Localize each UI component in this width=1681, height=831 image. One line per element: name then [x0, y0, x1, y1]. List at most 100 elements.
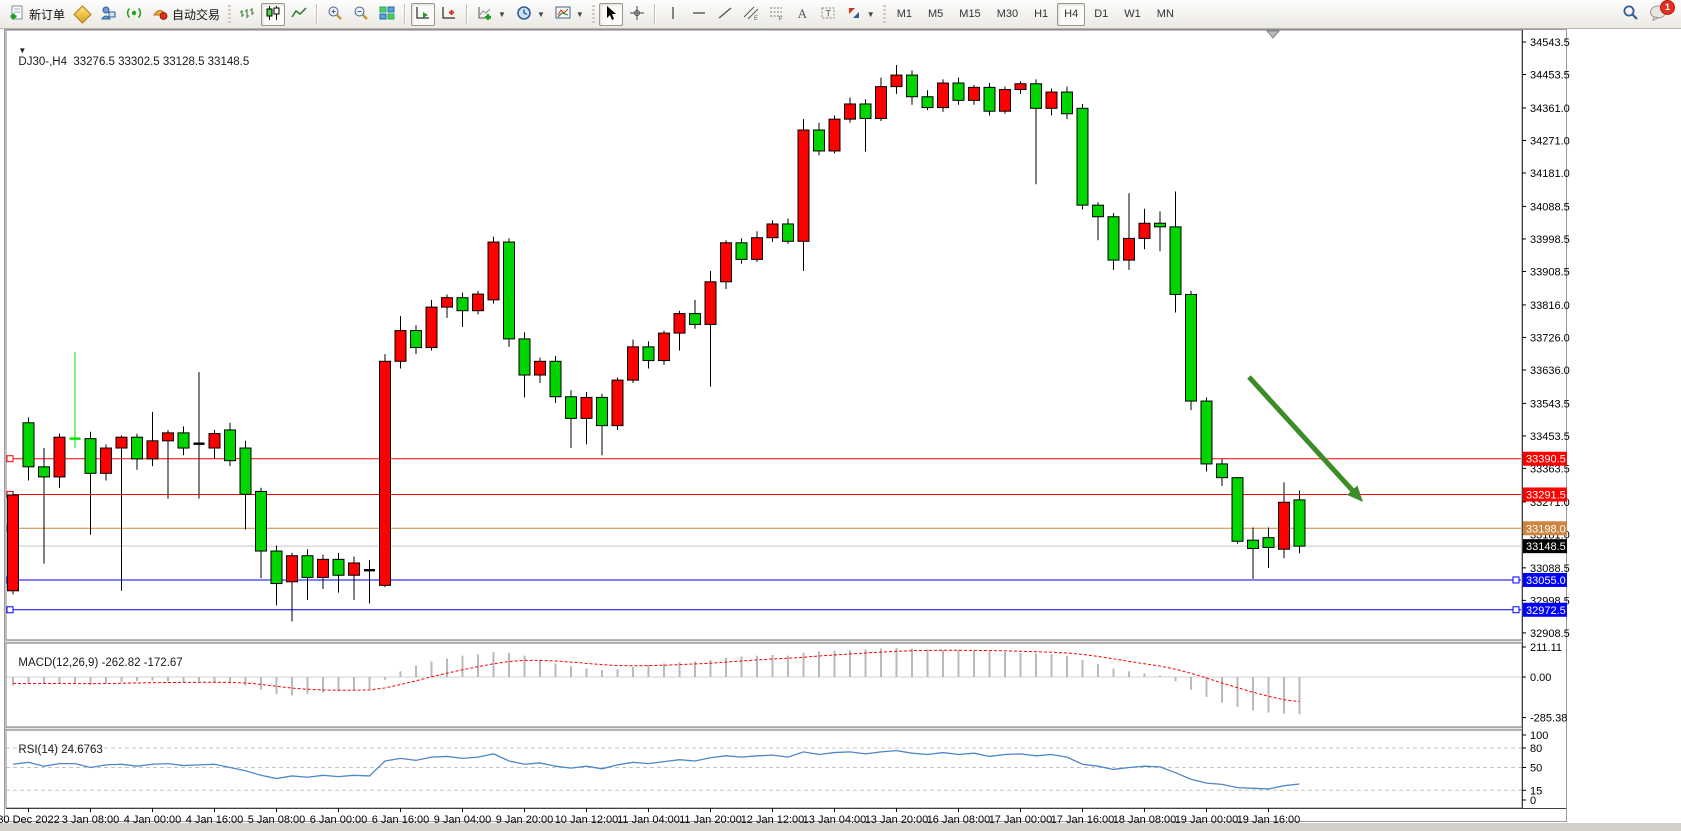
candle-body [1248, 540, 1259, 548]
candle-body [581, 397, 592, 418]
vertical-line-button[interactable] [661, 3, 685, 26]
new-order-button[interactable]: 新订单 [5, 3, 69, 26]
svg-text:33998.5: 33998.5 [1530, 234, 1570, 246]
candlestick-chart-button[interactable] [261, 3, 285, 26]
tile-windows-icon [379, 5, 395, 24]
svg-text:-285.38: -285.38 [1530, 713, 1567, 725]
svg-text:E: E [754, 16, 758, 21]
timeframe-W1[interactable]: W1 [1117, 3, 1148, 26]
candle-body [1170, 227, 1181, 295]
candle-body [54, 437, 65, 477]
horizontal-line-icon [691, 5, 707, 24]
timeframe-strip: M1M5M15M30H1H4D1W1MN [889, 3, 1182, 26]
candle-body [907, 75, 918, 97]
timeframe-M1[interactable]: M1 [890, 3, 919, 26]
tile-windows-button[interactable] [375, 3, 399, 26]
autotrading-button[interactable]: 自动交易 [148, 3, 224, 26]
timeframe-MN[interactable]: MN [1150, 3, 1181, 26]
search-button[interactable] [1618, 3, 1643, 26]
fibonacci-button[interactable]: F [765, 3, 789, 26]
autotrading-icon [152, 5, 168, 24]
horizontal-line-button[interactable] [687, 3, 711, 26]
timeframe-M30[interactable]: M30 [990, 3, 1025, 26]
candle-body [597, 397, 608, 425]
timeframe-M5[interactable]: M5 [921, 3, 950, 26]
candle-body [380, 361, 391, 585]
timeframe-D1[interactable]: D1 [1087, 3, 1115, 26]
periods-button[interactable]: ▼ [512, 3, 549, 26]
svg-text:33055.0: 33055.0 [1526, 575, 1566, 587]
toolbar-grip [228, 5, 231, 23]
candle-body [736, 243, 747, 260]
timeframe-M15[interactable]: M15 [952, 3, 987, 26]
candle-body [1217, 464, 1228, 478]
line-chart-button[interactable] [287, 3, 311, 26]
candle-body [969, 87, 980, 100]
notifications-button[interactable]: 1 [1645, 3, 1671, 26]
market-watch-icon [73, 5, 91, 23]
indicators-button[interactable]: ▼ [473, 3, 510, 26]
candle-body [1015, 84, 1026, 90]
candle-body [566, 397, 577, 419]
cursor-icon [603, 5, 619, 24]
candle-body [550, 361, 561, 396]
svg-text:33636.0: 33636.0 [1530, 365, 1570, 377]
vertical-line-icon [665, 5, 681, 24]
toolbar-separator [316, 4, 318, 24]
candle-body [783, 224, 794, 241]
svg-text:34088.5: 34088.5 [1530, 201, 1570, 213]
candle-body [240, 448, 251, 494]
svg-text:0.00: 0.00 [1530, 672, 1551, 684]
templates-button[interactable]: ▼ [551, 3, 588, 26]
svg-text:80: 80 [1530, 743, 1542, 755]
signal-button[interactable] [122, 3, 146, 26]
candle-body [721, 243, 732, 282]
candle-body [116, 437, 127, 448]
zoom-out-button[interactable] [349, 3, 373, 26]
candle-body [922, 97, 933, 108]
equidistant-channel-button[interactable]: E [739, 3, 763, 26]
bar-chart-button[interactable] [235, 3, 259, 26]
svg-text:50: 50 [1530, 763, 1542, 775]
candle-body [938, 83, 949, 108]
hline-handle [7, 456, 13, 462]
text-button[interactable]: A [791, 3, 814, 26]
svg-text:33198.0: 33198.0 [1526, 523, 1566, 535]
equidistant-channel-icon: E [743, 5, 759, 24]
auto-scroll-button[interactable] [411, 3, 435, 26]
data-window-button[interactable] [96, 3, 120, 26]
svg-text:34543.5: 34543.5 [1530, 37, 1570, 49]
candle-body [860, 104, 871, 118]
svg-text:33390.5: 33390.5 [1526, 454, 1566, 466]
candle-body [643, 347, 654, 361]
candle-body [209, 434, 220, 448]
chart-menu-triangle-icon[interactable]: ▼ [18, 46, 26, 55]
timeframe-H4[interactable]: H4 [1057, 3, 1085, 26]
candle-body [132, 437, 143, 459]
svg-text:100: 100 [1530, 730, 1548, 742]
auto-scroll-icon [415, 5, 431, 24]
arrows-button[interactable]: ▼ [842, 3, 879, 26]
chart-shift-button[interactable] [437, 3, 461, 26]
toolbar-separator [654, 4, 656, 24]
candle-body [519, 339, 530, 375]
fibonacci-icon: F [769, 5, 785, 24]
trendline-button[interactable] [713, 3, 737, 26]
svg-text:32972.5: 32972.5 [1526, 605, 1566, 617]
candle-body [798, 130, 809, 241]
chart-canvas[interactable]: 34543.534453.534361.034271.034181.034088… [0, 0, 1681, 831]
candle-body [984, 87, 995, 111]
zoom-in-button[interactable] [323, 3, 347, 26]
templates-icon [555, 5, 571, 24]
market-watch-button[interactable] [71, 3, 94, 26]
candle-body [612, 380, 623, 426]
cursor-button[interactable] [599, 3, 623, 26]
text-label-button[interactable]: T [816, 3, 840, 26]
timeframe-H1[interactable]: H1 [1027, 3, 1055, 26]
toolbar-separator [466, 4, 468, 24]
price-axis[interactable]: 34543.534453.534361.034271.034181.034088… [1522, 37, 1570, 807]
crosshair-button[interactable] [625, 3, 649, 26]
svg-text:0: 0 [1530, 795, 1536, 807]
svg-text:33291.5: 33291.5 [1526, 489, 1566, 501]
candle-body [1201, 401, 1212, 464]
